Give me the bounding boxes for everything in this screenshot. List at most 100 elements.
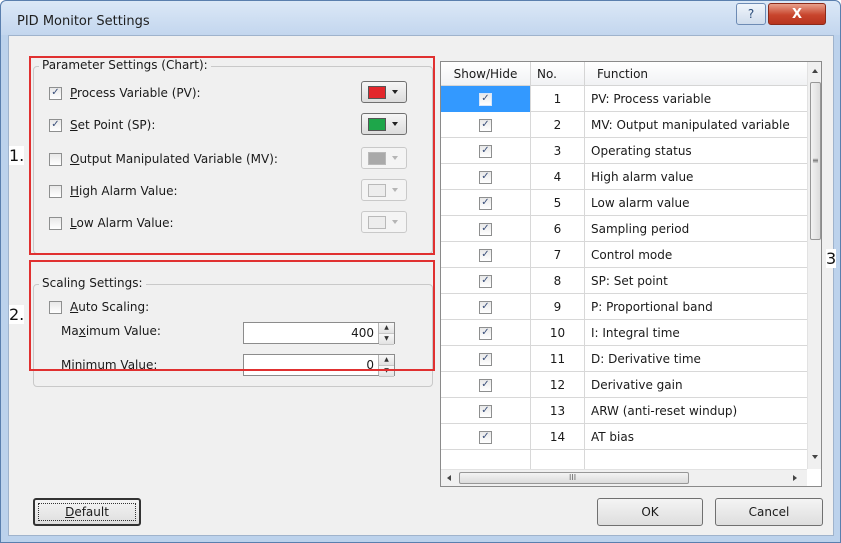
- cancel-button-label: Cancel: [748, 505, 790, 519]
- show-hide-cell[interactable]: [441, 346, 531, 372]
- show-hide-cell[interactable]: [441, 398, 531, 424]
- column-header-no[interactable]: No.: [531, 62, 585, 86]
- table-row[interactable]: 11 D: Derivative time: [441, 346, 807, 372]
- row-number: 8: [531, 268, 585, 294]
- row-function: I: Integral time: [591, 326, 680, 340]
- show-hide-checkbox[interactable]: [479, 430, 492, 444]
- default-button[interactable]: Default: [33, 498, 141, 526]
- table-row[interactable]: 9 P: Proportional band: [441, 294, 807, 320]
- row-function: Derivative gain: [591, 378, 683, 392]
- show-hide-cell[interactable]: [441, 242, 531, 268]
- table-row[interactable]: 12 Derivative gain: [441, 372, 807, 398]
- show-hide-checkbox[interactable]: [479, 144, 492, 158]
- scroll-left-icon[interactable]: [447, 475, 451, 481]
- show-hide-checkbox[interactable]: [479, 118, 492, 132]
- table-row[interactable]: 7 Control mode: [441, 242, 807, 268]
- show-hide-cell[interactable]: [441, 164, 531, 190]
- show-hide-cell[interactable]: [441, 372, 531, 398]
- table-row[interactable]: 14 AT bias: [441, 424, 807, 450]
- show-hide-checkbox[interactable]: [479, 326, 492, 340]
- table-row[interactable]: 10 I: Integral time: [441, 320, 807, 346]
- scroll-grip-icon: III: [569, 473, 577, 482]
- show-hide-cell[interactable]: [441, 138, 531, 164]
- show-hide-cell[interactable]: [441, 86, 531, 112]
- row-number: 11: [531, 346, 585, 372]
- column-header-function[interactable]: Function: [585, 62, 807, 86]
- row-number: 10: [531, 320, 585, 346]
- window-title: PID Monitor Settings: [17, 14, 150, 29]
- cancel-button[interactable]: Cancel: [715, 498, 823, 526]
- close-icon: X: [791, 6, 803, 22]
- column-header-show-hide[interactable]: Show/Hide: [441, 62, 531, 86]
- row-number: 9: [531, 294, 585, 320]
- table-row[interactable]: 3 Operating status: [441, 138, 807, 164]
- show-hide-checkbox[interactable]: [479, 222, 492, 236]
- row-function: Low alarm value: [591, 196, 690, 210]
- show-hide-cell: [441, 450, 531, 469]
- scroll-down-icon[interactable]: [812, 455, 818, 459]
- title-bar[interactable]: PID Monitor Settings ? X: [1, 1, 840, 35]
- row-function: P: Proportional band: [591, 300, 713, 314]
- show-hide-cell[interactable]: [441, 112, 531, 138]
- callout-2: 2.: [9, 305, 25, 324]
- show-hide-checkbox[interactable]: [479, 300, 492, 314]
- row-function: Operating status: [591, 144, 692, 158]
- table-row-partial: [441, 450, 807, 469]
- show-hide-cell[interactable]: [441, 216, 531, 242]
- show-hide-checkbox[interactable]: [479, 274, 492, 288]
- table-row[interactable]: 6 Sampling period: [441, 216, 807, 242]
- annotation-box-parameters: [29, 56, 435, 255]
- row-number: 13: [531, 398, 585, 424]
- ok-button[interactable]: OK: [597, 498, 703, 526]
- row-number: 7: [531, 242, 585, 268]
- row-number: 12: [531, 372, 585, 398]
- row-function: D: Derivative time: [591, 352, 701, 366]
- default-button-label: Default: [65, 505, 109, 519]
- show-hide-cell[interactable]: [441, 190, 531, 216]
- scroll-grip-icon: ≡: [812, 156, 819, 165]
- row-function: SP: Set point: [591, 274, 668, 288]
- table-row[interactable]: 5 Low alarm value: [441, 190, 807, 216]
- table-row[interactable]: 4 High alarm value: [441, 164, 807, 190]
- function-table[interactable]: Show/Hide No. Function 1 PV: Process vari…: [440, 61, 822, 487]
- show-hide-cell[interactable]: [441, 424, 531, 450]
- row-function: AT bias: [591, 430, 634, 444]
- row-function: Sampling period: [591, 222, 690, 236]
- show-hide-checkbox[interactable]: [479, 248, 492, 262]
- show-hide-checkbox[interactable]: [479, 92, 492, 106]
- vertical-scrollbar[interactable]: ≡: [807, 62, 821, 469]
- show-hide-cell[interactable]: [441, 268, 531, 294]
- close-button[interactable]: X: [768, 3, 826, 25]
- row-function: Control mode: [591, 248, 673, 262]
- scroll-right-icon[interactable]: [793, 475, 797, 481]
- table-row[interactable]: 2 MV: Output manipulated variable: [441, 112, 807, 138]
- show-hide-cell[interactable]: [441, 294, 531, 320]
- callout-1: 1.: [9, 146, 25, 165]
- help-icon: ?: [747, 7, 755, 21]
- show-hide-checkbox[interactable]: [479, 404, 492, 418]
- callout-3: 3: [826, 249, 837, 268]
- row-number: [531, 450, 585, 469]
- show-hide-checkbox[interactable]: [479, 378, 492, 392]
- horizontal-scrollbar[interactable]: III: [441, 469, 807, 486]
- show-hide-cell[interactable]: [441, 320, 531, 346]
- row-function: ARW (anti-reset windup): [591, 404, 738, 418]
- ok-button-label: OK: [641, 505, 659, 519]
- row-function: MV: Output manipulated variable: [591, 118, 790, 132]
- help-button[interactable]: ?: [736, 3, 766, 25]
- row-number: 2: [531, 112, 585, 138]
- table-row[interactable]: 1 PV: Process variable: [441, 86, 807, 112]
- row-function: [585, 450, 807, 469]
- row-number: 6: [531, 216, 585, 242]
- row-number: 14: [531, 424, 585, 450]
- row-function: PV: Process variable: [591, 92, 712, 106]
- annotation-box-scaling: [29, 260, 435, 371]
- show-hide-checkbox[interactable]: [479, 170, 492, 184]
- table-row[interactable]: 13 ARW (anti-reset windup): [441, 398, 807, 424]
- table-row[interactable]: 8 SP: Set point: [441, 268, 807, 294]
- show-hide-checkbox[interactable]: [479, 196, 492, 210]
- row-function: High alarm value: [591, 170, 694, 184]
- show-hide-checkbox[interactable]: [479, 352, 492, 366]
- table-header: Show/Hide No. Function: [441, 62, 807, 86]
- scroll-up-icon[interactable]: [812, 69, 818, 73]
